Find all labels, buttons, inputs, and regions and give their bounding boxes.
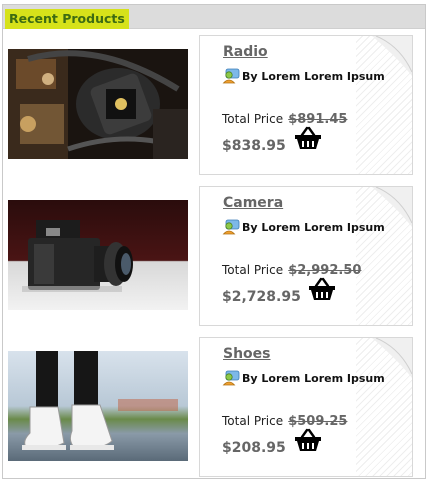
price-label: Total Price <box>222 414 284 428</box>
product-image-shoes[interactable] <box>8 351 188 461</box>
product-image-radio[interactable] <box>8 49 188 159</box>
old-price: $891.45 <box>288 112 348 127</box>
product-card: Camera By Lorem Lorem Ipsum Total Price … <box>199 186 413 326</box>
product-image-camera[interactable] <box>8 200 188 310</box>
old-price: $509.25 <box>288 414 348 429</box>
user-icon <box>222 370 240 386</box>
basket-icon[interactable] <box>308 277 336 301</box>
product-item: Camera By Lorem Lorem Ipsum Total Price … <box>3 186 425 331</box>
user-icon <box>222 219 240 235</box>
product-item: Shoes By Lorem Lorem Ipsum Total Price $… <box>3 337 425 482</box>
price-row: Total Price $509.25 <box>222 410 347 429</box>
price-label: Total Price <box>222 112 284 126</box>
basket-icon[interactable] <box>294 126 322 150</box>
product-name-link[interactable]: Camera <box>223 195 283 211</box>
new-price: $2,728.95 <box>222 289 301 305</box>
user-icon <box>222 68 240 84</box>
price-label: Total Price <box>222 263 284 277</box>
product-card: Radio By Lorem Lorem Ipsum Total Price $… <box>199 35 413 175</box>
old-price: $2,992.50 <box>288 263 362 278</box>
widget-title: Recent Products <box>5 9 129 29</box>
product-item: Radio By Lorem Lorem Ipsum Total Price $… <box>3 35 425 180</box>
author-text: By Lorem Lorem Ipsum <box>242 372 385 385</box>
basket-icon[interactable] <box>294 428 322 452</box>
recent-products-widget: Recent Products Radio By Lorem Lorem Ips… <box>2 4 426 479</box>
price-row: Total Price $891.45 <box>222 108 347 127</box>
product-name-link[interactable]: Radio <box>223 44 268 60</box>
widget-header: Recent Products <box>3 5 425 29</box>
price-row: Total Price $2,992.50 <box>222 259 361 278</box>
author-text: By Lorem Lorem Ipsum <box>242 221 385 234</box>
product-card: Shoes By Lorem Lorem Ipsum Total Price $… <box>199 337 413 477</box>
product-name-link[interactable]: Shoes <box>223 346 271 362</box>
author-text: By Lorem Lorem Ipsum <box>242 70 385 83</box>
new-price: $208.95 <box>222 440 286 456</box>
new-price: $838.95 <box>222 138 286 154</box>
